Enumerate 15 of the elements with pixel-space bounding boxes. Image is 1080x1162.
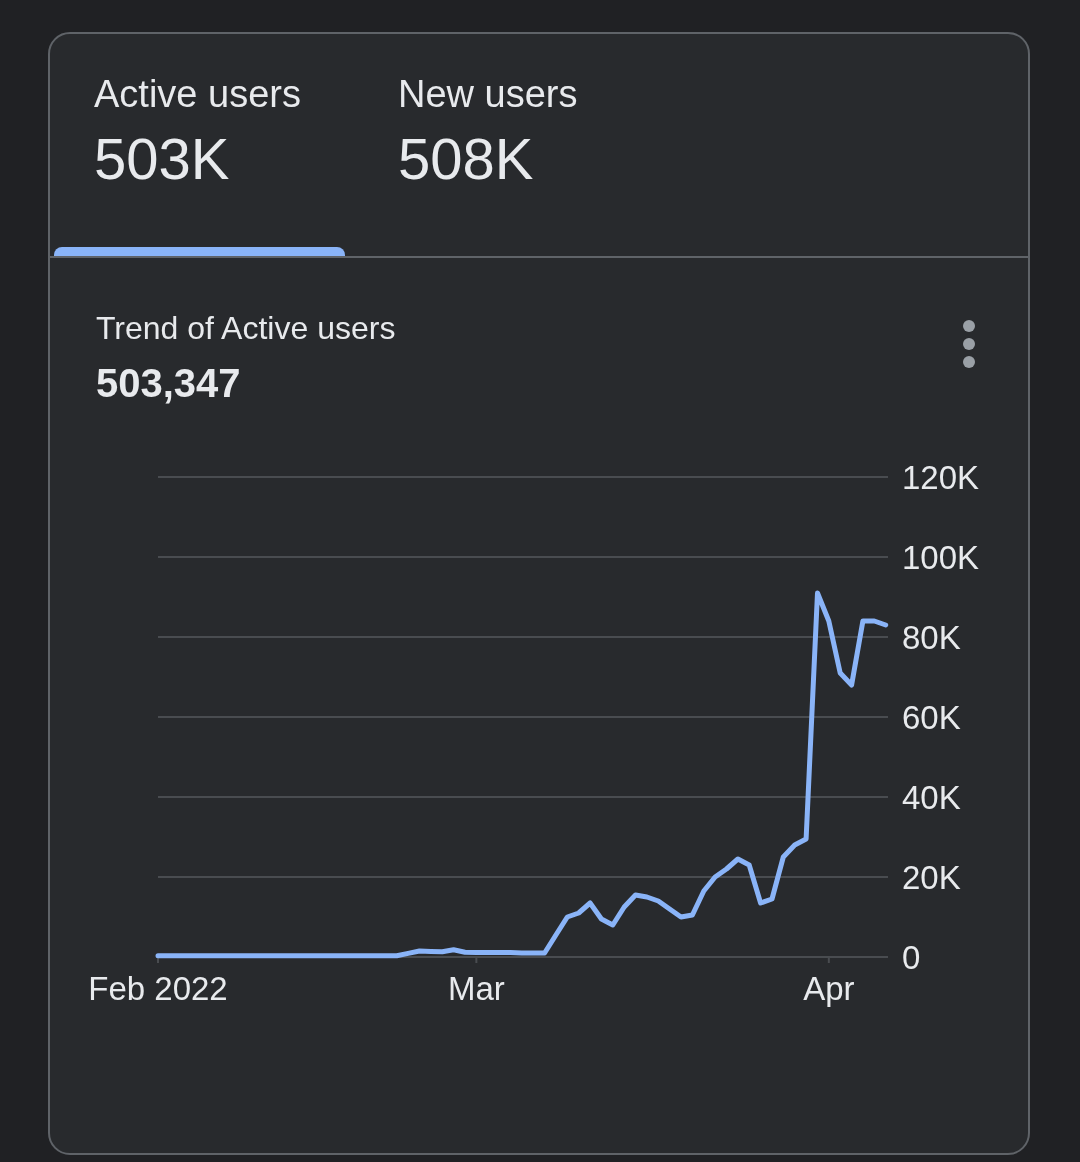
y-axis-label: 100K — [902, 539, 980, 576]
x-axis-label: Mar — [447, 970, 505, 1007]
more-options-icon[interactable] — [962, 320, 976, 368]
total-value: 503,347 — [96, 360, 242, 407]
y-axis-label: 80K — [902, 619, 961, 656]
y-axis-label: 60K — [902, 699, 961, 736]
chart-title: Trend of Active users — [96, 309, 396, 348]
y-axis-label: 20K — [902, 859, 961, 896]
y-axis-label: 120K — [902, 459, 980, 496]
y-axis-label: 40K — [902, 779, 961, 816]
tab[interactable]: Active users 503K — [50, 34, 345, 256]
y-axis-label: 0 — [902, 939, 921, 976]
tab[interactable]: New users 508K — [354, 34, 622, 256]
x-axis-label: Apr — [803, 970, 855, 1007]
x-axis-label: Feb 2022 — [88, 970, 228, 1007]
